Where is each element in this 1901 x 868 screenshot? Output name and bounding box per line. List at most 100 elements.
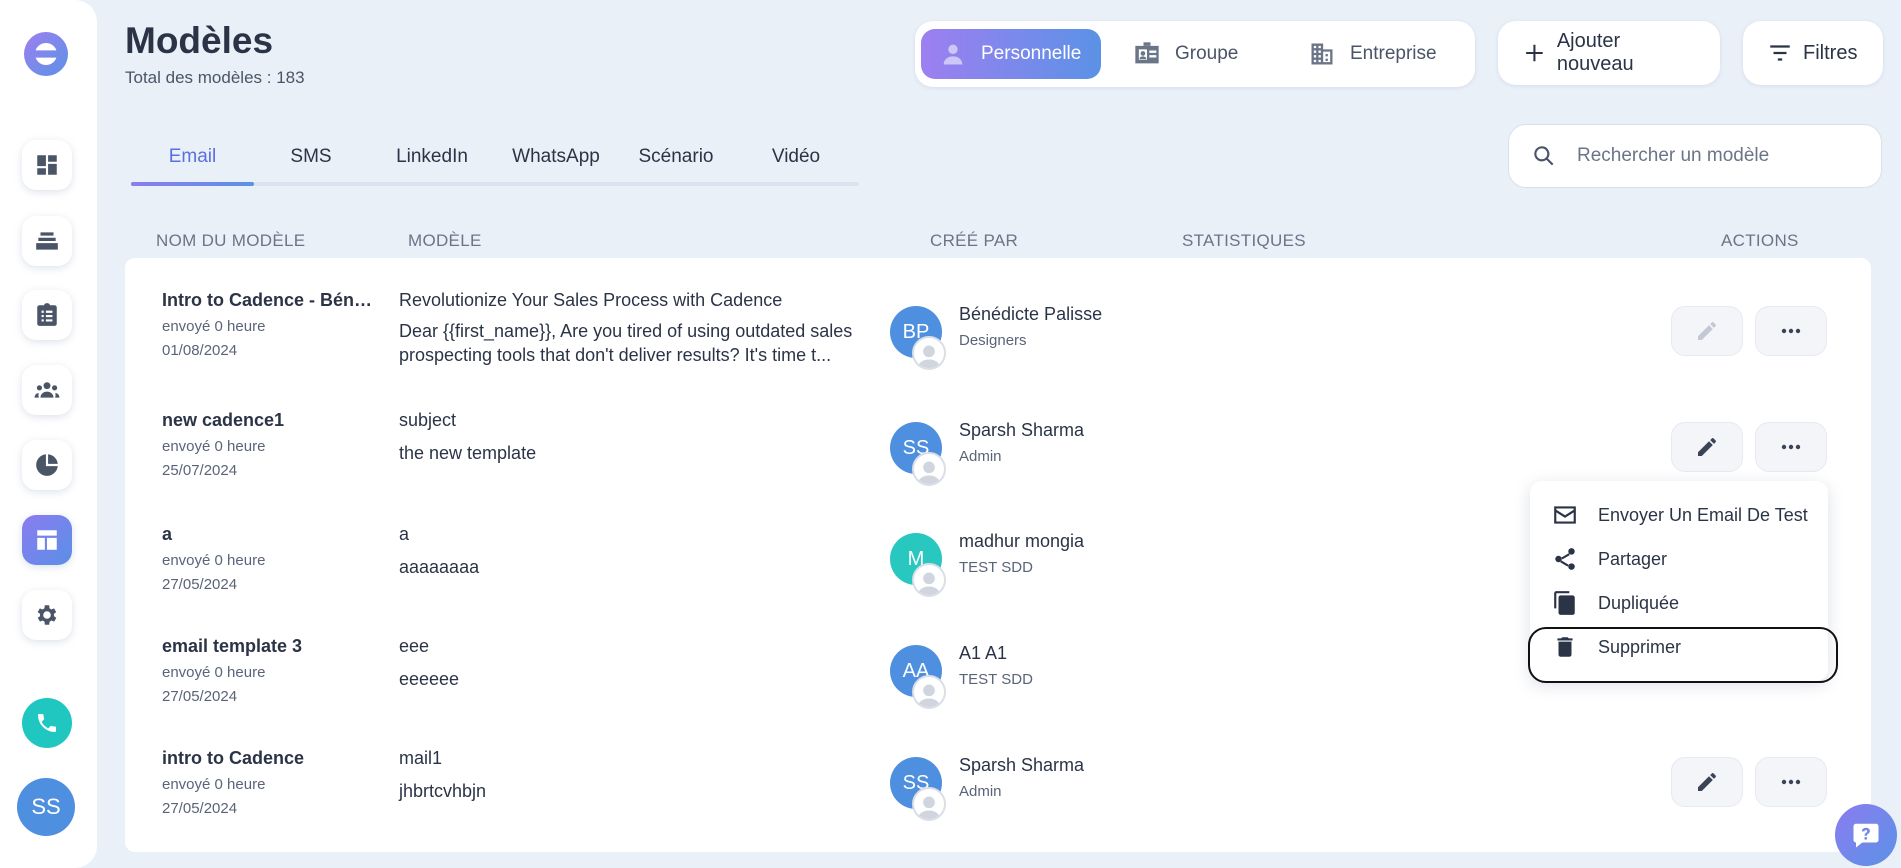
- menu-item-label: Partager: [1598, 548, 1668, 569]
- template-name[interactable]: intro to Cadence: [162, 748, 377, 769]
- tab-scenario[interactable]: Scénario: [621, 146, 731, 182]
- scope-entreprise[interactable]: Entreprise: [1290, 29, 1470, 79]
- template-body: Dear {{first_name}}, Are you tired of us…: [399, 321, 853, 365]
- pencil-icon: [1698, 773, 1716, 791]
- active-tab-indicator: [131, 182, 254, 186]
- template-name[interactable]: new cadence1: [162, 410, 377, 431]
- search-box: [1508, 124, 1882, 188]
- search-icon: [1534, 146, 1554, 166]
- filter-button[interactable]: Filtres: [1743, 21, 1883, 85]
- template-content-cell: subject the new template: [399, 410, 875, 465]
- menu-item-duplicate[interactable]: Dupliquée: [1552, 585, 1679, 621]
- filter-label: Filtres: [1803, 41, 1858, 64]
- tasks-icon[interactable]: [22, 290, 72, 340]
- id-card-icon: [1135, 42, 1159, 64]
- creator-role: TEST SDD: [959, 559, 1033, 576]
- more-options-button[interactable]: [1755, 757, 1827, 807]
- sent-info: envoyé 0 heure: [162, 552, 266, 569]
- user-avatar[interactable]: SS: [17, 778, 75, 836]
- tab-linkedin[interactable]: LinkedIn: [377, 146, 487, 182]
- tab-sms[interactable]: SMS: [261, 146, 361, 182]
- user-placeholder-icon: [912, 452, 946, 486]
- template-body: jhbrtcvhbjn: [399, 781, 487, 801]
- template-date: 27/05/2024: [162, 688, 238, 705]
- scope-label: Personnelle: [981, 43, 1082, 64]
- creator-role: Admin: [959, 783, 1002, 800]
- scope-personnelle[interactable]: Personnelle: [921, 29, 1101, 79]
- edit-button[interactable]: [1671, 422, 1743, 472]
- app-logo-icon[interactable]: [22, 30, 70, 78]
- people-icon[interactable]: [22, 365, 72, 415]
- phone-icon[interactable]: [22, 698, 72, 748]
- add-template-button[interactable]: Ajouter nouveau: [1498, 21, 1720, 85]
- template-body: eeeeee: [399, 669, 460, 689]
- more-options-button[interactable]: [1755, 422, 1827, 472]
- creator-name: A1 A1: [959, 643, 1008, 663]
- mail-icon: [1554, 506, 1576, 524]
- more-options-button[interactable]: [1755, 306, 1827, 356]
- ellipsis-icon: [1781, 328, 1801, 334]
- scope-groupe[interactable]: Groupe: [1115, 29, 1275, 79]
- column-header-stats: STATISTIQUES: [1182, 231, 1306, 250]
- tab-email[interactable]: Email: [131, 146, 254, 182]
- column-header-created-by: CRÉÉ PAR: [930, 231, 1019, 250]
- column-header-name: NOM DU MODÈLE: [156, 231, 306, 250]
- search-input[interactable]: [1577, 145, 1867, 167]
- share-icon: [1555, 548, 1575, 570]
- channel-tabs: Email SMS LinkedIn WhatsApp Scénario Vid…: [131, 140, 859, 186]
- template-count: Total des modèles : 183: [125, 68, 305, 87]
- settings-icon[interactable]: [22, 590, 72, 640]
- help-chat-icon: [1853, 823, 1879, 848]
- template-name-cell: email template 3 envoyé 0 heure 27/05/20…: [162, 636, 377, 705]
- template-content-cell: eee eeeeee: [399, 636, 875, 691]
- creator-role: TEST SDD: [959, 671, 1033, 688]
- creator-name: Sparsh Sharma: [959, 755, 1085, 775]
- ellipsis-icon: [1781, 444, 1801, 450]
- dashboard-icon[interactable]: [22, 140, 72, 190]
- menu-item-share[interactable]: Partager: [1552, 541, 1667, 577]
- templates-icon[interactable]: [22, 515, 72, 565]
- copy-icon: [1554, 591, 1575, 615]
- user-placeholder-icon: [912, 563, 946, 597]
- menu-item-send-test-email[interactable]: Envoyer Un Email De Test: [1552, 497, 1808, 533]
- user-placeholder-icon: [912, 787, 946, 821]
- template-date: 27/05/2024: [162, 576, 238, 593]
- reports-icon[interactable]: [22, 440, 72, 490]
- table-row[interactable]: Intro to Cadence - Béné... envoyé 0 heur…: [125, 290, 1871, 402]
- creator-name: madhur mongia: [959, 531, 1085, 551]
- sent-info: envoyé 0 heure: [162, 776, 266, 793]
- template-name[interactable]: Intro to Cadence - Béné...: [162, 290, 377, 311]
- help-chat-button[interactable]: [1835, 804, 1897, 866]
- template-subject: subject: [399, 410, 457, 430]
- template-body: aaaaaaaa: [399, 557, 480, 577]
- sent-info: envoyé 0 heure: [162, 664, 266, 681]
- ellipsis-icon: [1781, 779, 1801, 785]
- menu-item-label: Dupliquée: [1598, 592, 1680, 613]
- edit-button[interactable]: [1671, 757, 1743, 807]
- column-header-actions: ACTIONS: [1721, 231, 1799, 250]
- tab-video[interactable]: Vidéo: [741, 146, 851, 182]
- template-name[interactable]: a: [162, 524, 377, 545]
- template-subject: eee: [399, 636, 430, 656]
- edit-button[interactable]: [1671, 306, 1743, 356]
- template-name-cell: intro to Cadence envoyé 0 heure 27/05/20…: [162, 748, 377, 817]
- template-subject: a: [399, 524, 410, 544]
- template-date: 01/08/2024: [162, 342, 238, 359]
- table-row[interactable]: intro to Cadence envoyé 0 heure 27/05/20…: [125, 748, 1871, 860]
- sent-info: envoyé 0 heure: [162, 438, 266, 455]
- template-name[interactable]: email template 3: [162, 636, 377, 657]
- page-title: Modèles: [125, 20, 274, 61]
- cadences-icon[interactable]: [22, 216, 72, 266]
- building-icon: [1311, 43, 1333, 65]
- scope-label: Groupe: [1175, 43, 1239, 64]
- tab-whatsapp[interactable]: WhatsApp: [496, 146, 616, 182]
- template-date: 25/07/2024: [162, 462, 238, 479]
- template-name-cell: Intro to Cadence - Béné... envoyé 0 heur…: [162, 290, 377, 359]
- template-date: 27/05/2024: [162, 800, 238, 817]
- plus-icon: [1526, 44, 1543, 62]
- template-name-cell: a envoyé 0 heure 27/05/2024: [162, 524, 377, 593]
- pencil-icon: [1698, 438, 1716, 456]
- highlight-outline: [1528, 627, 1838, 683]
- creator-name: Sparsh Sharma: [959, 420, 1085, 440]
- scope-switcher: Personnelle Groupe Entreprise: [915, 21, 1475, 87]
